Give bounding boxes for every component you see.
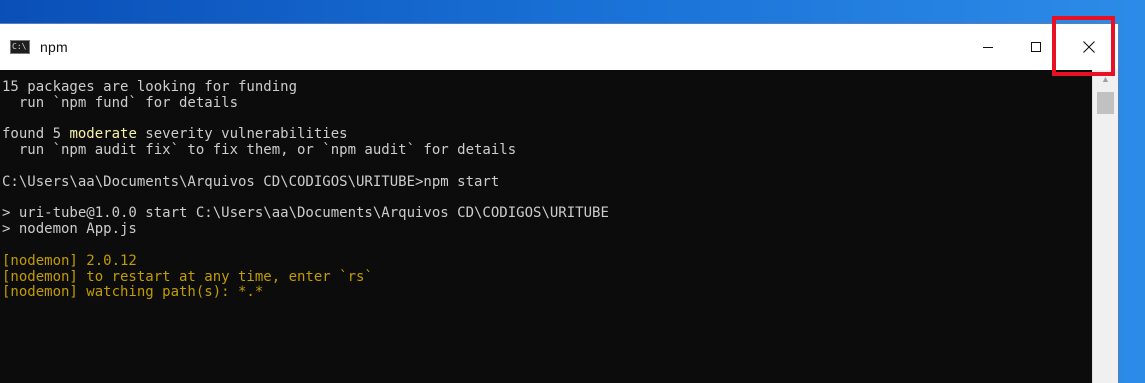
- scroll-up-arrow-icon[interactable]: ▲: [1093, 70, 1118, 88]
- terminal-window: C:\ npm 15 packages are looking for fund…: [0, 24, 1118, 383]
- console-text-segment: [nodemon] to restart at any time, enter …: [2, 268, 373, 285]
- console-text-segment: run `npm audit fix` to fix them, or `npm…: [2, 142, 517, 159]
- console-text-segment: moderate: [69, 126, 137, 143]
- console-line: run `npm audit fix` to fix them, or `npm…: [2, 142, 609, 159]
- console-app-icon: C:\: [10, 40, 30, 54]
- console-text-segment: [nodemon] watching path(s): *.*: [2, 284, 264, 301]
- close-icon: [1083, 41, 1095, 53]
- console-lines: 15 packages are looking for funding run …: [2, 79, 609, 301]
- console-text-segment: [nodemon] 2.0.12: [2, 252, 137, 269]
- scroll-thumb[interactable]: [1097, 92, 1114, 114]
- console-text-segment: found 5: [2, 126, 70, 143]
- console-line: found 5 moderate severity vulnerabilitie…: [2, 126, 609, 143]
- window-title: npm: [40, 39, 68, 55]
- console-line: > uri-tube@1.0.0 start C:\Users\aa\Docum…: [2, 205, 609, 222]
- console-line: C:\Users\aa\Documents\Arquivos CD\CODIGO…: [2, 173, 609, 191]
- console-text-segment: 15 packages are looking for funding: [2, 79, 298, 95]
- console-line: 15 packages are looking for funding: [2, 79, 609, 96]
- console-line: [nodemon] 2.0.12: [2, 252, 609, 270]
- maximize-icon: [1031, 42, 1041, 52]
- console-output[interactable]: 15 packages are looking for funding run …: [0, 70, 1092, 383]
- console-text-segment: C:\Users\aa\Documents\Arquivos CD\CODIGO…: [2, 173, 500, 190]
- vertical-scrollbar[interactable]: ▲: [1092, 70, 1118, 383]
- console-text-segment: severity vulnerabilities: [136, 126, 348, 143]
- minimize-icon: [983, 47, 993, 48]
- console-line: [nodemon] watching path(s): *.*: [2, 284, 609, 301]
- minimize-button[interactable]: [964, 24, 1012, 70]
- console-line: run `npm fund` for details: [2, 94, 609, 112]
- console-line: [nodemon] to restart at any time, enter …: [2, 268, 609, 286]
- close-button[interactable]: [1060, 24, 1118, 70]
- console-line: > nodemon App.js: [2, 221, 609, 238]
- console-text-segment: run `npm fund` for details: [2, 94, 239, 111]
- console-text-segment: > uri-tube@1.0.0 start C:\Users\aa\Docum…: [2, 205, 609, 222]
- title-bar[interactable]: C:\ npm: [0, 24, 1118, 70]
- window-controls: [964, 24, 1118, 70]
- console-text-segment: > nodemon App.js: [2, 221, 137, 238]
- maximize-button[interactable]: [1012, 24, 1060, 70]
